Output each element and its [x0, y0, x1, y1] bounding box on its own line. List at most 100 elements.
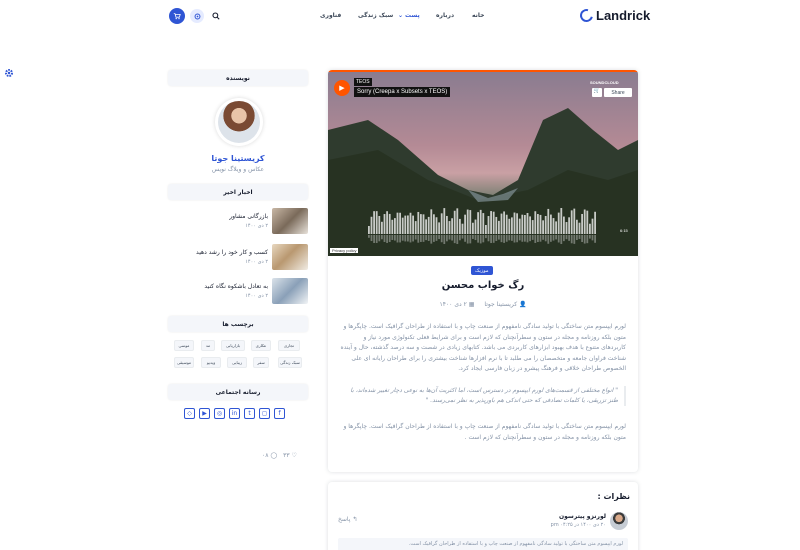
privacy-policy-link[interactable]: Privacy policy: [330, 248, 359, 253]
likes-count[interactable]: ۳۳ ♡: [283, 452, 297, 459]
waveform-bar: [513, 212, 516, 234]
waveform-bar: [539, 214, 542, 234]
twitter-icon[interactable]: t: [244, 408, 255, 419]
waveform-reflection: [557, 235, 560, 243]
tag[interactable]: بازاریابی: [221, 340, 245, 351]
recent-post[interactable]: بازرگانی مشاور ۲ دی ۱۴۰۰: [168, 208, 308, 236]
recent-post[interactable]: به تعادل باشکوه نگاه کنید ۲ دی ۱۴۰۰: [168, 278, 308, 306]
comments-count-value: ۰۸: [262, 452, 269, 459]
waveform-bar: [589, 223, 591, 234]
waveform-bar: [440, 213, 443, 234]
waveform-reflection: [422, 235, 425, 242]
waveform-reflection: [383, 235, 386, 242]
tag[interactable]: عکاری: [251, 340, 271, 351]
waveform-reflection: [472, 235, 474, 239]
waveform-bar: [524, 215, 526, 234]
top-header: Landrick خانه درباره پست⌄ سبک زندگی فناو…: [0, 0, 800, 36]
nav-home[interactable]: خانه: [472, 12, 484, 24]
waveform-reflection: [591, 235, 594, 241]
waveform[interactable]: [328, 208, 638, 244]
waveform-bar: [479, 209, 482, 234]
user-icon: 👤: [519, 301, 527, 308]
share-button[interactable]: Share: [604, 88, 632, 97]
waveform-reflection: [526, 235, 529, 243]
nav-lifestyle[interactable]: سبک زندگی: [358, 12, 393, 24]
nav-about[interactable]: درباره: [436, 12, 454, 24]
waveform-bar: [487, 216, 490, 234]
track-title[interactable]: Sorry (Creepa x Subsets x TEOS): [354, 87, 451, 97]
waveform-reflection: [427, 235, 430, 241]
post-title[interactable]: کسب و کار خود را رشد دهید: [196, 249, 268, 256]
soundcloud-logo[interactable]: SOUNDCLOUD: [590, 80, 619, 85]
waveform-bar: [547, 208, 550, 234]
waveform-bar: [469, 210, 472, 234]
comments-count[interactable]: ۰۸ ◯: [262, 452, 277, 459]
post-date: ۲ دی ۱۴۰۰: [245, 259, 268, 265]
category-badge[interactable]: موزیک: [471, 266, 493, 275]
waveform-reflection: [451, 235, 453, 241]
waveform-bar: [508, 218, 511, 234]
gitlab-icon[interactable]: ◇: [184, 408, 195, 419]
youtube-icon[interactable]: ▶: [199, 408, 210, 419]
author-name[interactable]: کریستینا جوتا: [168, 154, 308, 163]
linkedin-icon[interactable]: in: [229, 408, 240, 419]
post-title[interactable]: بازرگانی مشاور: [229, 213, 268, 220]
waveform-reflection: [381, 235, 383, 240]
tag[interactable]: سفر: [253, 357, 269, 368]
post-paragraph: لورم ایپسوم متن ساختگی با تولید سادگی نا…: [343, 423, 626, 441]
blog-post-card: ▶ TEOS Sorry (Creepa x Subsets x TEOS) S…: [328, 70, 638, 472]
waveform-bar: [391, 219, 394, 234]
waveform-reflection: [568, 235, 570, 241]
waveform-bar: [568, 217, 570, 234]
logo[interactable]: Landrick: [577, 6, 650, 25]
comment-icon: ◯: [270, 452, 278, 459]
waveform-reflection: [542, 235, 544, 240]
waveform-bar: [591, 218, 594, 234]
tag[interactable]: تجاری: [278, 340, 300, 351]
waveform-bar: [472, 222, 474, 234]
waveform-reflection: [565, 235, 568, 240]
nav-technology[interactable]: فناوری: [320, 12, 341, 24]
waveform-reflection: [534, 235, 537, 243]
buy-cart-icon[interactable]: 🛒: [592, 88, 602, 97]
tag[interactable]: موسیقی: [174, 357, 194, 368]
tag[interactable]: مد: [201, 340, 215, 351]
tag[interactable]: سبک زندگی: [278, 357, 302, 368]
facebook-icon[interactable]: f: [274, 408, 285, 419]
author-role: عکاس و ویلاگ نویس: [211, 166, 265, 173]
post-date: ۲ دی ۱۴۰۰: [245, 223, 268, 229]
author-avatar: [215, 98, 263, 146]
tag[interactable]: ویدیو: [201, 357, 221, 368]
reply-link[interactable]: ↰ پاسخ: [338, 516, 357, 523]
cart-icon[interactable]: [169, 8, 185, 24]
waveform-reflection: [583, 235, 586, 244]
waveform-bar: [537, 214, 539, 234]
waveform-bar: [495, 216, 498, 234]
artist-name[interactable]: TEOS: [354, 78, 372, 86]
commenter-name[interactable]: لورنزو پیترسون: [559, 513, 606, 520]
tag[interactable]: موسی: [174, 340, 194, 351]
nav-post[interactable]: پست⌄: [398, 12, 420, 24]
settings-ring-icon[interactable]: [190, 9, 204, 23]
github-icon[interactable]: ◎: [214, 408, 225, 419]
play-icon[interactable]: ▶: [334, 80, 350, 96]
waveform-bar: [407, 215, 409, 234]
waveform-bar: [500, 213, 503, 234]
waveform-bar: [420, 214, 422, 234]
post-title[interactable]: به تعادل باشکوه نگاه کنید: [204, 283, 268, 290]
tag[interactable]: زیبایی: [227, 357, 247, 368]
gear-icon[interactable]: [4, 68, 14, 78]
logo-mark-icon: [577, 6, 596, 25]
waveform-bar: [396, 212, 399, 234]
search-icon[interactable]: [209, 9, 223, 23]
recent-post[interactable]: کسب و کار خود را رشد دهید ۲ دی ۱۴۰۰: [168, 244, 308, 272]
instagram-icon[interactable]: ◻: [259, 408, 270, 419]
waveform-bar: [456, 208, 459, 234]
waveform-bar: [503, 211, 505, 234]
post-author[interactable]: 👤 کریستینا جوتا: [484, 301, 526, 308]
waveform-reflection: [469, 235, 472, 244]
calendar-icon: ▦: [468, 301, 475, 308]
post-date-text: ۲ دی ۱۴۰۰: [439, 301, 467, 308]
waveform-reflection: [503, 235, 505, 243]
waveform-bar: [438, 222, 440, 234]
